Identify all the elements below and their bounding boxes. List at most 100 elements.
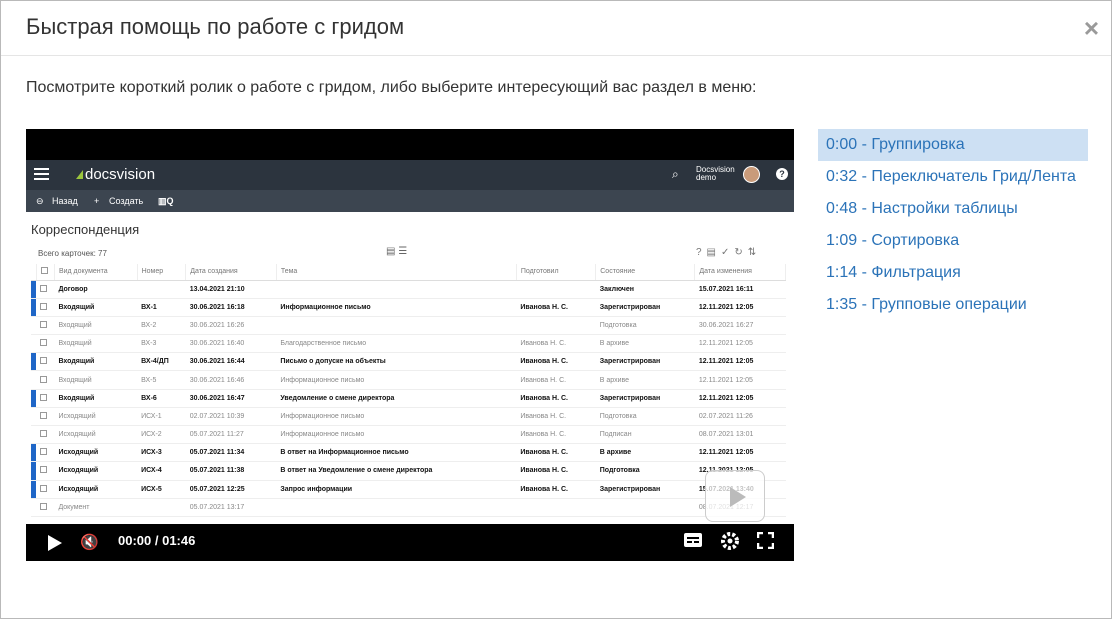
help-modal: Быстрая помощь по работе с гридом × Посм…: [0, 0, 1112, 619]
help-icon: ?: [776, 168, 788, 180]
table-cell: В архиве: [595, 334, 695, 354]
row-checkbox: [36, 480, 55, 499]
table-cell: 30.06.2021 16:27: [694, 316, 786, 336]
row-checkbox: [36, 407, 55, 427]
table-cell: Подготовка: [595, 316, 695, 336]
table-cell: Запрос информации: [276, 480, 517, 499]
play-icon[interactable]: [48, 535, 62, 551]
table-cell: Информационное письмо: [276, 407, 517, 427]
table-cell: Иванова Н. С.: [516, 352, 596, 372]
table-cell: Подготовка: [595, 461, 695, 481]
table-cell: [595, 498, 695, 517]
table-cell: [137, 280, 186, 299]
chapter-link[interactable]: 1:14 - Фильтрация: [818, 257, 1088, 289]
table-cell: Информационное письмо: [276, 298, 517, 317]
modal-title: Быстрая помощь по работе с гридом: [26, 14, 405, 39]
column-header: Состояние: [595, 264, 696, 281]
table-cell: Зарегистрирован: [595, 389, 695, 408]
fullscreen-icon[interactable]: [756, 531, 775, 554]
table-cell: 30.06.2021 16:47: [185, 389, 277, 408]
play-overlay-icon[interactable]: [705, 470, 765, 522]
table-cell: Входящий: [54, 389, 138, 408]
video-player[interactable]: docsvision ⌕ Docsvision demo ? ⊖ Назад + …: [26, 129, 794, 561]
chapter-link[interactable]: 0:48 - Настройки таблицы: [818, 193, 1088, 225]
avatar: [743, 166, 760, 183]
page-title: Корреспонденция: [31, 222, 140, 237]
modal-header: Быстрая помощь по работе с гридом ×: [1, 1, 1111, 56]
table-cell: В ответ на Уведомление о смене директора: [276, 461, 517, 481]
table-cell: Заключен: [595, 280, 695, 299]
table-cell: [516, 280, 596, 299]
table-cell: [276, 280, 517, 299]
grid-tools-icons: ?▤✓↻⇅: [696, 247, 762, 258]
table-cell: [516, 316, 596, 336]
table-cell: [276, 498, 517, 517]
table-cell: Входящий: [54, 334, 138, 354]
table-cell: 15.07.2021 16:11: [694, 280, 786, 299]
chapter-link[interactable]: 0:00 - Группировка: [818, 129, 1088, 161]
table-cell: В архиве: [595, 443, 695, 463]
table-cell: Иванова Н. С.: [516, 443, 596, 463]
table-row: Исходящий ИСХ-1 02.07.2021 10:39 Информацио…: [31, 407, 786, 427]
table-cell: В ответ на Информационное письмо: [276, 443, 517, 463]
table-cell: Входящий: [54, 370, 138, 390]
brand-logo: docsvision: [76, 166, 155, 183]
table-cell: ИСХ-5: [137, 480, 186, 499]
table-cell: Подписан: [595, 425, 695, 445]
chapter-link[interactable]: 1:35 - Групповые операции: [818, 289, 1088, 321]
table-row: Входящий ВХ-2 30.06.2021 16:26 Подготовка 30…: [31, 316, 786, 336]
table-row: Договор 13.04.2021 21:10 Заключен 15.07.202…: [31, 280, 786, 299]
table-cell: ВХ-4/ДП: [137, 352, 186, 372]
table-cell: ВХ-1: [137, 298, 186, 317]
select-all-checkbox: [36, 264, 55, 281]
table-cell: 30.06.2021 16:40: [185, 334, 277, 354]
grid-count: Всего карточек: 77: [38, 249, 107, 258]
plus-icon: +: [94, 196, 100, 206]
chapter-link[interactable]: 0:32 - Переключатель Грид/Лента: [818, 161, 1088, 193]
table-cell: Иванова Н. С.: [516, 461, 596, 481]
table-cell: Исходящий: [54, 407, 138, 427]
chapter-link[interactable]: 1:09 - Сортировка: [818, 225, 1088, 257]
app-header: docsvision ⌕ Docsvision demo ?: [26, 160, 794, 190]
table-cell: Зарегистрирован: [595, 480, 695, 499]
search-icon: ⌕: [672, 167, 679, 181]
close-icon[interactable]: ×: [1084, 15, 1099, 41]
table-row: Входящий ВХ-4/ДП 30.06.2021 16:44 Письмо о …: [31, 352, 786, 372]
table-cell: Информационное письмо: [276, 370, 517, 390]
table-cell: 05.07.2021 12:25: [185, 480, 277, 499]
table-row: Исходящий ИСХ-4 05.07.2021 11:38 В ответ на…: [31, 461, 786, 481]
row-checkbox: [36, 280, 55, 299]
table-cell: 13.04.2021 21:10: [185, 280, 277, 299]
row-checkbox: [36, 389, 55, 408]
table-row: Входящий ВХ-3 30.06.2021 16:40 Благодарстве…: [31, 334, 786, 354]
app-toolbar: ⊖ Назад + Создать ▥Q: [26, 190, 794, 212]
table-cell: ВХ-3: [137, 334, 186, 354]
video-time: 00:00 / 01:46: [118, 533, 196, 548]
table-cell: ИСХ-4: [137, 461, 186, 481]
chapter-list: 0:00 - Группировка 0:32 - Переключатель Г…: [818, 129, 1088, 321]
captions-icon[interactable]: [683, 532, 703, 553]
row-checkbox: [36, 298, 55, 317]
table-cell: 05.07.2021 11:34: [185, 443, 277, 463]
table-cell: 12.11.2021 12:05: [694, 298, 786, 317]
table-cell: В архиве: [595, 370, 695, 390]
table-cell: Иванова Н. С.: [516, 480, 596, 499]
mute-icon[interactable]: 🔇: [80, 533, 99, 551]
table-cell: ИСХ-1: [137, 407, 186, 427]
table-cell: Исходящий: [54, 425, 138, 445]
view-switch-icon: ▤ ☰: [386, 246, 408, 257]
row-checkbox: [36, 334, 55, 354]
table-cell: Письмо о допуске на объекты: [276, 352, 517, 372]
table-cell: Исходящий: [54, 480, 138, 499]
video-controls: 🔇 00:00 / 01:46: [26, 524, 794, 561]
table-cell: 02.07.2021 10:39: [185, 407, 277, 427]
table-row: Исходящий ИСХ-3 05.07.2021 11:34 В ответ на…: [31, 443, 786, 463]
table-row: Исходящий ИСХ-5 05.07.2021 12:25 Запрос инф…: [31, 480, 786, 499]
table-cell: Информационное письмо: [276, 425, 517, 445]
column-header: Номер: [137, 264, 187, 281]
settings-icon[interactable]: [720, 531, 740, 556]
table-cell: 12.11.2021 12:05: [694, 352, 786, 372]
row-checkbox: [36, 425, 55, 445]
create-label: Создать: [109, 196, 144, 206]
video-frame: docsvision ⌕ Docsvision demo ? ⊖ Назад + …: [26, 160, 794, 524]
